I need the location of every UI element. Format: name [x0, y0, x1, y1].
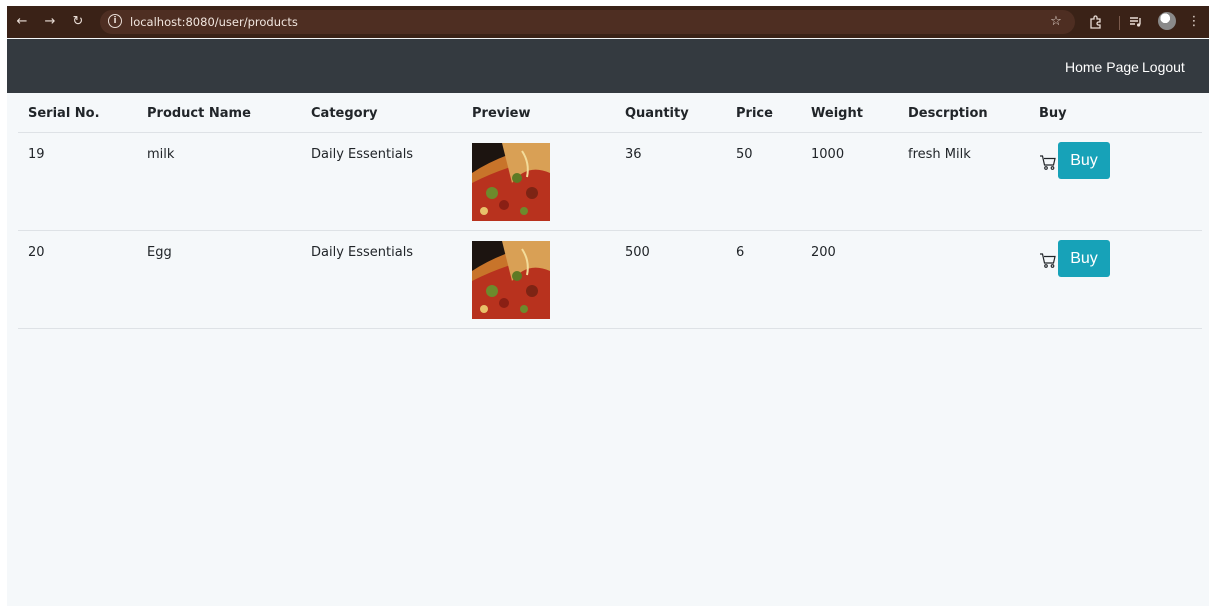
- home-page-link[interactable]: Home Page: [1065, 58, 1139, 76]
- header-serial: Serial No.: [28, 106, 100, 121]
- header-preview: Preview: [472, 106, 531, 121]
- products-table: Serial No. Product Name Category Preview…: [18, 94, 1202, 329]
- back-arrow-icon[interactable]: ←: [13, 13, 31, 31]
- quantity-cell: 36: [625, 147, 642, 162]
- reload-icon[interactable]: ↻: [69, 13, 87, 31]
- media-control-icon[interactable]: [1127, 13, 1145, 31]
- app-navbar: Home Page Logout: [7, 39, 1209, 93]
- quantity-cell: 500: [625, 245, 650, 260]
- url-text[interactable]: localhost:8080/user/products: [130, 14, 298, 30]
- product-preview-image: [472, 241, 550, 319]
- weight-cell: 1000: [811, 147, 845, 162]
- header-buy: Buy: [1039, 106, 1067, 121]
- cart-icon[interactable]: [1039, 153, 1057, 171]
- category-cell: Daily Essentials: [311, 245, 414, 260]
- serial-cell: 20: [28, 245, 45, 260]
- browser-window: ← → ↻ i localhost:8080/user/products ☆ ⋮…: [7, 6, 1209, 606]
- header-price: Price: [736, 106, 773, 121]
- header-product-name: Product Name: [147, 106, 251, 121]
- more-vert-icon[interactable]: ⋮: [1187, 13, 1201, 31]
- table-header-row: Serial No. Product Name Category Preview…: [18, 94, 1202, 133]
- category-cell: Daily Essentials: [311, 147, 414, 162]
- puzzle-icon[interactable]: [1087, 13, 1105, 31]
- cart-icon[interactable]: [1039, 251, 1057, 269]
- forward-arrow-icon[interactable]: →: [41, 13, 59, 31]
- weight-cell: 200: [811, 245, 836, 260]
- header-category: Category: [311, 106, 378, 121]
- price-cell: 6: [736, 245, 745, 260]
- serial-cell: 19: [28, 147, 45, 162]
- address-bar[interactable]: i localhost:8080/user/products: [100, 10, 1075, 34]
- header-quantity: Quantity: [625, 106, 689, 121]
- header-description: Descrption: [908, 106, 988, 121]
- product-name-cell: Egg: [147, 245, 172, 260]
- product-name-cell: milk: [147, 147, 175, 162]
- product-preview-image: [472, 143, 550, 221]
- table-row: 19 milk Daily Essentials 36 50 1000 fres…: [18, 133, 1202, 231]
- toolbar-divider: [1119, 16, 1120, 30]
- header-weight: Weight: [811, 106, 863, 121]
- buy-button[interactable]: Buy: [1058, 142, 1110, 179]
- description-cell: fresh Milk: [908, 147, 971, 162]
- logout-link[interactable]: Logout: [1142, 58, 1185, 76]
- price-cell: 50: [736, 147, 753, 162]
- profile-avatar[interactable]: [1158, 12, 1176, 30]
- info-icon[interactable]: i: [108, 14, 122, 28]
- table-row: 20 Egg Daily Essentials 500 6 200 Buy: [18, 231, 1202, 329]
- buy-button[interactable]: Buy: [1058, 240, 1110, 277]
- star-icon[interactable]: ☆: [1047, 13, 1065, 31]
- browser-toolbar: ← → ↻ i localhost:8080/user/products ☆ ⋮: [7, 6, 1209, 38]
